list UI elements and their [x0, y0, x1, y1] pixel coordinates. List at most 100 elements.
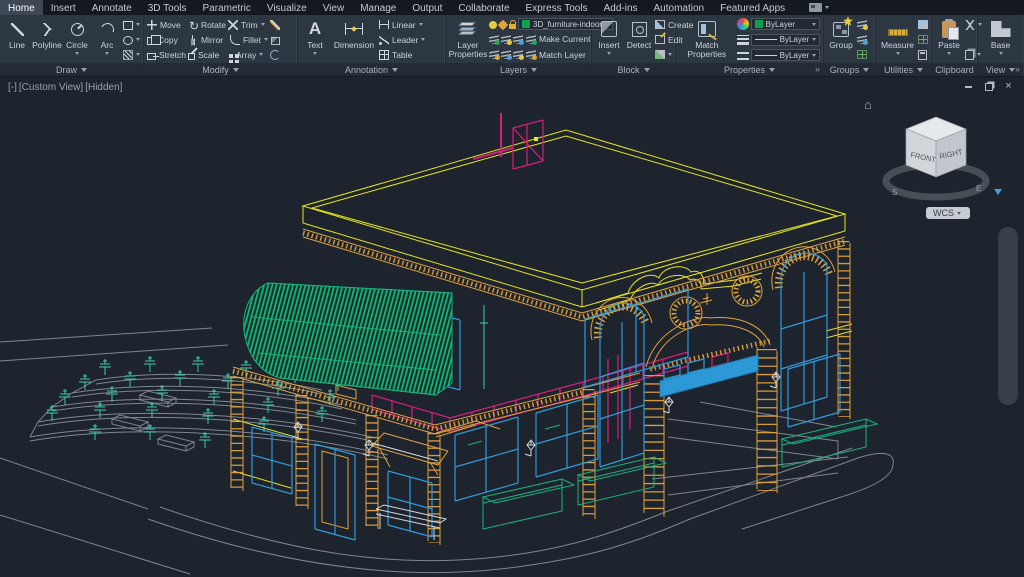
tab-parametric[interactable]: Parametric	[194, 0, 258, 15]
circle-button[interactable]: Circle	[63, 17, 91, 62]
tab-insert[interactable]: Insert	[43, 0, 84, 15]
layer-properties-button[interactable]: Layer Properties	[449, 17, 487, 62]
viewport-minimize-control[interactable]: [-]	[8, 82, 17, 93]
detect-button[interactable]: Detect	[625, 17, 653, 62]
layer-tool-icon[interactable]	[501, 50, 511, 59]
polyline-button[interactable]: Polyline	[33, 17, 61, 62]
panel-title-modify[interactable]: Modify	[144, 63, 297, 76]
tab-featured-apps[interactable]: Featured Apps	[712, 0, 793, 15]
tab-add-ins[interactable]: Add-ins	[596, 0, 646, 15]
wcs-selector[interactable]: WCS	[926, 207, 970, 219]
array-button[interactable]: Array	[228, 48, 268, 61]
group-select-button[interactable]	[857, 48, 867, 61]
compass-south-label[interactable]: S	[892, 188, 897, 197]
panel-title-draw[interactable]: Draw	[0, 63, 143, 76]
explode-button[interactable]	[270, 33, 280, 46]
tab-automation[interactable]: Automation	[646, 0, 713, 15]
zoom-icon[interactable]	[1004, 312, 1012, 320]
viewcube-menu-icon[interactable]	[994, 189, 1002, 199]
viewport-visual-style-control[interactable]: [Hidden]	[85, 82, 122, 93]
steering-wheel-icon[interactable]	[1003, 246, 1014, 257]
mirror-button[interactable]: Mirror	[188, 33, 226, 46]
panel-title-annotation[interactable]: Annotation	[298, 63, 445, 76]
tab-manage[interactable]: Manage	[352, 0, 404, 15]
group-edit-button[interactable]	[857, 33, 867, 46]
compass-east-label[interactable]: E	[976, 184, 981, 193]
panel-view: Base View»	[978, 15, 1023, 76]
linear-button[interactable]: Linear	[379, 18, 425, 31]
arc-button[interactable]: Arc	[93, 17, 121, 62]
layer-tool-icon[interactable]	[489, 35, 499, 44]
viewport-view-control[interactable]: [Custom View]	[19, 82, 83, 93]
layer-tool-icon[interactable]	[513, 35, 523, 44]
object-color-dropdown[interactable]: ByLayer	[751, 18, 820, 30]
group-button[interactable]: Group	[827, 17, 855, 62]
fillet-button[interactable]: Fillet	[228, 33, 268, 46]
orbit-icon[interactable]	[1003, 342, 1014, 353]
tab-collaborate[interactable]: Collaborate	[450, 0, 517, 15]
table-button[interactable]: Table	[379, 48, 425, 61]
layer-lock-icon[interactable]	[509, 24, 516, 29]
tab-output[interactable]: Output	[404, 0, 450, 15]
tab-home[interactable]: Home	[0, 0, 43, 15]
tab-visualize[interactable]: Visualize	[259, 0, 315, 15]
quick-calc-button[interactable]	[918, 48, 928, 61]
ungroup-button[interactable]	[857, 18, 867, 31]
move-button[interactable]: Move	[147, 18, 186, 31]
panel-title-block[interactable]: Block	[592, 63, 675, 76]
text-button[interactable]: AText	[301, 17, 329, 62]
close-icon[interactable]: ×	[1003, 81, 1014, 92]
home-icon[interactable]: ⌂	[864, 97, 872, 112]
insert-button[interactable]: Insert	[595, 17, 623, 62]
match-layer-button[interactable]: Match Layer	[526, 48, 586, 61]
layer-thaw-icon[interactable]	[499, 21, 507, 29]
trim-button[interactable]: Trim	[228, 18, 268, 31]
erase-button[interactable]	[270, 18, 280, 31]
ellipse-button[interactable]	[123, 33, 140, 46]
minimize-icon[interactable]	[963, 81, 974, 92]
base-view-icon	[991, 21, 1011, 37]
panel-title-utilities[interactable]: Utilities	[876, 63, 931, 76]
line-button[interactable]: Line	[3, 17, 31, 62]
tab-view[interactable]: View	[315, 0, 353, 15]
base-button[interactable]: Base	[987, 17, 1015, 62]
id-point-button[interactable]	[918, 33, 928, 46]
tab-express-tools[interactable]: Express Tools	[518, 0, 596, 15]
color-wheel-icon	[737, 18, 749, 30]
dialog-launcher-icon[interactable]: »	[1015, 65, 1020, 74]
hatch-button[interactable]	[123, 48, 140, 61]
measure-button[interactable]: Measure	[879, 17, 916, 62]
tab-annotate[interactable]: Annotate	[84, 0, 140, 15]
pan-icon[interactable]	[1003, 279, 1014, 290]
paste-button[interactable]: Paste	[935, 17, 963, 62]
layer-tool-icon[interactable]	[501, 35, 511, 44]
layer-tool-icon[interactable]	[513, 50, 523, 59]
viewcube[interactable]: ⌂ S E FRONT RIGHT WCS	[870, 93, 1010, 219]
scale-button[interactable]: Scale	[188, 48, 226, 61]
match-properties-button[interactable]: Match Properties	[679, 17, 735, 62]
dimension-button[interactable]: Dimension	[331, 17, 377, 62]
lineweight-dropdown[interactable]: ByLayer	[751, 34, 820, 46]
make-current-button[interactable]: Make Current	[526, 33, 591, 46]
ribbon-extra-button[interactable]	[803, 0, 835, 15]
dialog-launcher-icon[interactable]: »	[815, 65, 820, 74]
offset-button[interactable]	[270, 48, 280, 61]
restore-icon[interactable]	[983, 81, 994, 92]
stretch-button[interactable]: Stretch	[147, 48, 186, 61]
leader-button[interactable]: Leader	[379, 33, 425, 46]
showmotion-icon[interactable]	[1003, 375, 1014, 386]
layer-tool-icon[interactable]	[489, 50, 499, 59]
model-space-canvas[interactable]: [-] [Custom View] [Hidden] ×	[0, 77, 1024, 577]
panel-title-clipboard[interactable]: Clipboard	[932, 63, 977, 76]
rectangle-button[interactable]	[123, 18, 140, 31]
panel-title-view[interactable]: View»	[978, 63, 1023, 76]
panel-title-properties[interactable]: Properties»	[676, 63, 823, 76]
quick-select-button[interactable]	[918, 18, 928, 31]
copy-button[interactable]: Copy	[147, 33, 186, 46]
linetype-dropdown[interactable]: ByLayer	[751, 49, 820, 61]
layer-on-icon[interactable]	[489, 21, 497, 29]
tab-3d-tools[interactable]: 3D Tools	[140, 0, 195, 15]
rotate-button[interactable]: Rotate	[188, 18, 226, 31]
panel-title-groups[interactable]: Groups	[824, 63, 875, 76]
panel-title-layers[interactable]: Layers	[446, 63, 591, 76]
